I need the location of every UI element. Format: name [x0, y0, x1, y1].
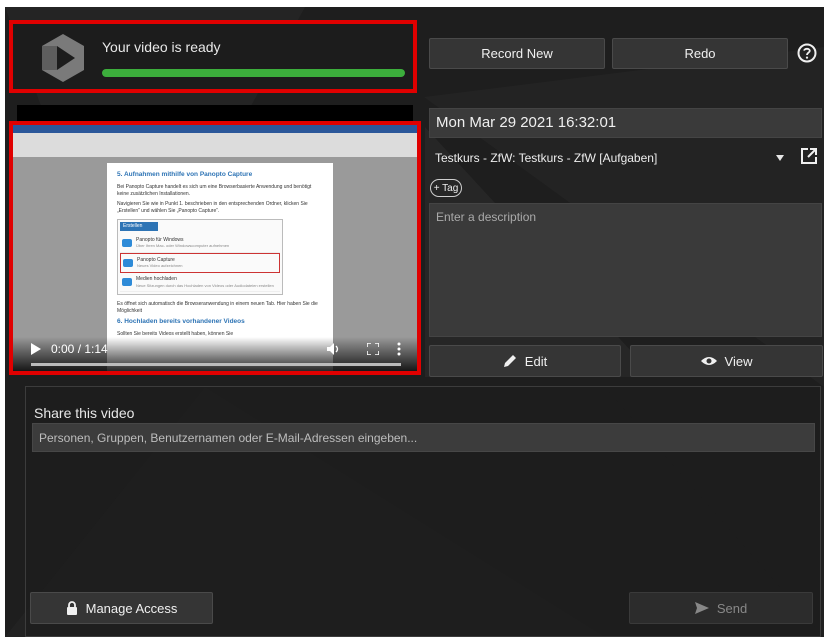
pencil-icon	[503, 355, 516, 367]
word-title-bar	[13, 125, 417, 133]
panopto-windows-icon	[122, 238, 132, 247]
redo-button[interactable]: Redo	[612, 38, 788, 69]
view-label: View	[724, 353, 753, 369]
doc-menu-item-title: Panopto für Windows	[136, 236, 184, 243]
doc-menu-item-sub: Neue Sitzungen durch das Hochladen von V…	[136, 282, 274, 288]
panopto-capture-icon	[123, 258, 133, 267]
status-panel: Your video is ready	[9, 20, 417, 93]
doc-heading-2: 6. Hochladen bereits vorhandener Videos	[117, 318, 245, 326]
volume-icon[interactable]	[327, 343, 341, 355]
panopto-capture-app: Your video is ready Record New Redo 5. A…	[5, 7, 824, 637]
doc-menu-item: Panopto Capture Neues Video aufzeichnen	[120, 252, 280, 273]
doc-heading-1: 5. Aufnahmen mithilfe von Panopto Captur…	[117, 171, 253, 178]
open-external-icon[interactable]	[800, 147, 818, 165]
video-screen: 5. Aufnahmen mithilfe von Panopto Captur…	[13, 125, 417, 371]
doc-menu-item-title: Medien hochladen	[136, 275, 177, 282]
edit-button[interactable]: Edit	[429, 345, 621, 377]
doc-paragraph-3: Es öffnet sich automatisch die Browseran…	[117, 300, 318, 314]
word-ribbon	[13, 125, 417, 157]
status-message: Your video is ready	[102, 39, 221, 55]
fullscreen-icon[interactable]	[367, 343, 379, 355]
upload-progress-fill	[102, 69, 405, 77]
doc-menu-item-title: Panopto Capture	[137, 256, 175, 263]
title-input[interactable]: Mon Mar 29 2021 16:32:01	[429, 108, 822, 138]
send-button[interactable]: Send	[629, 592, 813, 624]
lock-icon	[66, 601, 77, 615]
manage-access-label: Manage Access	[85, 600, 178, 616]
share-title: Share this video	[34, 405, 135, 421]
manage-access-button[interactable]: Manage Access	[30, 592, 213, 624]
doc-paragraph-1: Bei Panopto Capture handelt es sich um e…	[117, 183, 312, 197]
help-icon[interactable]	[797, 43, 817, 63]
edit-label: Edit	[524, 353, 548, 369]
doc-menu-item-sub: Über Ihren Mac- oder Windowscomputer auf…	[136, 243, 230, 249]
play-icon[interactable]	[31, 343, 41, 355]
record-new-label: Record New	[481, 46, 553, 61]
view-button[interactable]: View	[630, 345, 823, 377]
chevron-down-icon[interactable]	[776, 155, 784, 161]
doc-create-menu: Erstellen Panopto für Windows Über Ihren…	[117, 218, 283, 295]
doc-menu-item-sub: Neues Video aufzeichnen	[137, 263, 183, 269]
eye-icon	[700, 357, 717, 365]
send-label: Send	[716, 600, 748, 616]
video-time: 0:00 / 1:14	[51, 342, 108, 356]
doc-paragraph-2: Navigieren Sie wie in Punkt 1. beschrieb…	[117, 201, 308, 215]
panopto-logo-icon	[42, 34, 84, 82]
doc-menu-header: Erstellen	[120, 221, 158, 231]
video-player[interactable]: 5. Aufnahmen mithilfe von Panopto Captur…	[9, 121, 421, 375]
record-new-button[interactable]: Record New	[429, 38, 605, 69]
share-recipients-input[interactable]: Personen, Gruppen, Benutzernamen oder E-…	[32, 423, 815, 452]
video-controls: 0:00 / 1:14	[13, 337, 417, 371]
more-options-icon[interactable]	[397, 342, 401, 356]
redo-label: Redo	[684, 46, 716, 61]
folder-select[interactable]: Testkurs - ZfW: Testkurs - ZfW [Aufgaben…	[429, 147, 792, 169]
doc-menu-item: Panopto für Windows Über Ihren Mac- oder…	[120, 234, 280, 253]
send-icon	[694, 602, 709, 614]
doc-menu-item: Medien hochladen Neue Sitzungen durch da…	[120, 273, 280, 292]
add-tag-button[interactable]: + Tag	[430, 179, 462, 197]
upload-cloud-icon	[122, 277, 132, 286]
upload-progress-bar	[102, 69, 405, 77]
video-scrubber[interactable]	[31, 363, 401, 366]
description-input[interactable]: Enter a description	[429, 203, 822, 337]
